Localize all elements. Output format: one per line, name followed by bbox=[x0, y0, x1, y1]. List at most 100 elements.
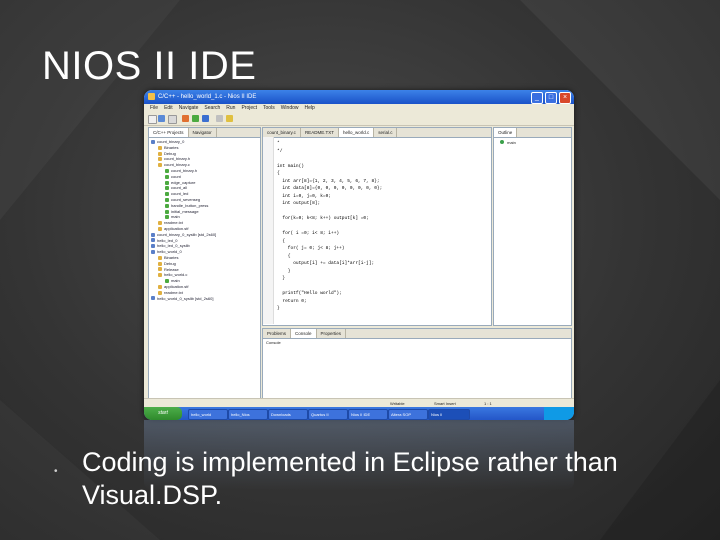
task-item[interactable]: hello_world bbox=[188, 409, 228, 420]
bullet-icon: • bbox=[54, 466, 58, 477]
task-item[interactable]: Downloads bbox=[268, 409, 308, 420]
tree-item-label: hello_world_0 bbox=[157, 249, 182, 255]
tab-navigator[interactable]: Navigator bbox=[189, 128, 217, 137]
symbol-icon bbox=[165, 174, 169, 179]
tree-item-label: count_binary.c bbox=[164, 162, 190, 168]
menu-edit[interactable]: Edit bbox=[164, 104, 173, 113]
tab-hello-world[interactable]: hello_world.c bbox=[338, 128, 375, 137]
tab-count-binary[interactable]: count_binary.c bbox=[263, 128, 301, 137]
taskbar: start hello_world hello_Nios Downloads Q… bbox=[144, 407, 574, 420]
file-icon bbox=[158, 145, 162, 150]
outline-item-main[interactable]: main bbox=[507, 140, 516, 145]
maximize-button[interactable]: □ bbox=[545, 92, 557, 104]
symbol-icon bbox=[165, 197, 169, 202]
tab-properties[interactable]: Properties bbox=[317, 329, 347, 338]
tab-readme[interactable]: README.TXT bbox=[301, 128, 339, 137]
save-icon[interactable] bbox=[158, 115, 165, 122]
project-icon bbox=[151, 250, 155, 255]
tab-serial[interactable]: serial.c bbox=[374, 128, 398, 137]
file-icon bbox=[158, 290, 162, 295]
tree-item-label: count_led bbox=[171, 191, 189, 197]
tree-item[interactable]: hello_world_0_syslib [std_2s60] bbox=[151, 296, 259, 302]
code-line: * bbox=[277, 141, 280, 146]
code-line: output[i] += data[i]*arr[i-j]; bbox=[277, 261, 375, 266]
window-title: C/C++ - hello_world_1.c - Nios II IDE bbox=[158, 94, 257, 100]
tab-problems[interactable]: Problems bbox=[263, 329, 292, 338]
code-line: } bbox=[277, 276, 286, 281]
project-icon bbox=[151, 244, 155, 249]
build-icon[interactable] bbox=[182, 115, 189, 122]
task-item[interactable]: Nios II IDE bbox=[348, 409, 388, 420]
file-icon bbox=[158, 273, 162, 278]
code-line: int main() bbox=[277, 163, 305, 169]
tree-item-label: application.stf bbox=[164, 225, 189, 231]
menu-window[interactable]: Window bbox=[281, 104, 299, 113]
system-tray bbox=[544, 407, 574, 420]
code-area[interactable]: * */ int main() { int arr[8]={1, 2, 3, 4, 5… bbox=[277, 140, 487, 313]
project-icon bbox=[151, 296, 155, 301]
code-line: { bbox=[277, 253, 291, 259]
code-line: } bbox=[277, 306, 280, 311]
debug-icon[interactable] bbox=[202, 115, 209, 122]
tree-item-label: Binaries bbox=[164, 144, 179, 150]
tree-item-label: count_binary.h bbox=[171, 167, 197, 173]
close-button[interactable]: × bbox=[559, 92, 571, 104]
symbol-icon bbox=[165, 192, 169, 197]
task-item[interactable]: hello_Nios bbox=[228, 409, 268, 420]
file-icon bbox=[158, 255, 162, 260]
app-icon bbox=[148, 93, 155, 100]
code-line: { bbox=[277, 238, 286, 244]
search-icon[interactable] bbox=[216, 115, 223, 122]
project-tree: count_binary_0 Binaries Debug count_binary.… bbox=[151, 139, 259, 301]
tree-item-label: main bbox=[171, 214, 180, 220]
console-text: Console bbox=[266, 340, 281, 345]
task-item[interactable]: Nios II bbox=[428, 409, 470, 420]
menu-tools[interactable]: Tools bbox=[263, 104, 275, 113]
menu-search[interactable]: Search bbox=[204, 104, 220, 113]
menu-run[interactable]: Run bbox=[226, 104, 235, 113]
outline-panel: Outline main bbox=[493, 127, 572, 326]
slide-title: NIOS II IDE bbox=[42, 44, 257, 88]
tree-item-label: initial_message bbox=[171, 208, 199, 214]
run-icon[interactable] bbox=[192, 115, 199, 122]
menu-help[interactable]: Help bbox=[305, 104, 315, 113]
tab-outline[interactable]: Outline bbox=[494, 128, 518, 137]
toolbar bbox=[144, 113, 574, 126]
print-icon[interactable] bbox=[168, 115, 177, 124]
menu-file[interactable]: File bbox=[150, 104, 158, 113]
tree-item-label: count_binary_0 bbox=[157, 139, 185, 144]
tree-item-label: count_binary_0_syslib [std_2s60] bbox=[157, 231, 217, 237]
symbol-icon bbox=[165, 203, 169, 208]
function-icon bbox=[500, 140, 504, 144]
symbol-icon bbox=[165, 186, 169, 191]
tree-item-label: hello_led_0_syslib bbox=[157, 243, 190, 249]
folder-icon[interactable] bbox=[226, 115, 233, 122]
task-item[interactable]: Quartus II bbox=[308, 409, 348, 420]
code-line: int arr[8]={1, 2, 3, 4, 5, 6, 7, 8}; bbox=[277, 178, 380, 184]
minimize-button[interactable]: _ bbox=[531, 92, 543, 104]
start-button[interactable]: start bbox=[144, 407, 182, 420]
menu-navigate[interactable]: Navigate bbox=[179, 104, 199, 113]
tree-item-label: edge_capture bbox=[171, 179, 196, 185]
tab-cpp-projects[interactable]: C/C++ Projects bbox=[149, 128, 189, 137]
tree-item-label: main bbox=[171, 278, 180, 284]
editor-gutter bbox=[263, 137, 274, 324]
file-icon bbox=[158, 226, 162, 231]
tree-item-label: Debug bbox=[164, 260, 176, 266]
code-line: printf("Hello world"); bbox=[277, 291, 342, 296]
file-icon bbox=[158, 163, 162, 168]
tab-console[interactable]: Console bbox=[291, 329, 317, 338]
bullet-text: Coding is implemented in Eclipse rather … bbox=[82, 447, 618, 510]
file-icon bbox=[158, 261, 162, 266]
tree-item-label: hello_world.c bbox=[164, 272, 188, 278]
tree-item-label: Binaries bbox=[164, 254, 179, 260]
file-icon bbox=[158, 284, 162, 289]
tree-item-label: count_binary.h bbox=[164, 156, 190, 162]
code-line: int output[8]; bbox=[277, 201, 321, 206]
task-item[interactable]: Altera SOP bbox=[388, 409, 428, 420]
menu-project[interactable]: Project bbox=[241, 104, 257, 113]
code-line: } bbox=[277, 268, 291, 274]
new-icon[interactable] bbox=[148, 115, 157, 124]
